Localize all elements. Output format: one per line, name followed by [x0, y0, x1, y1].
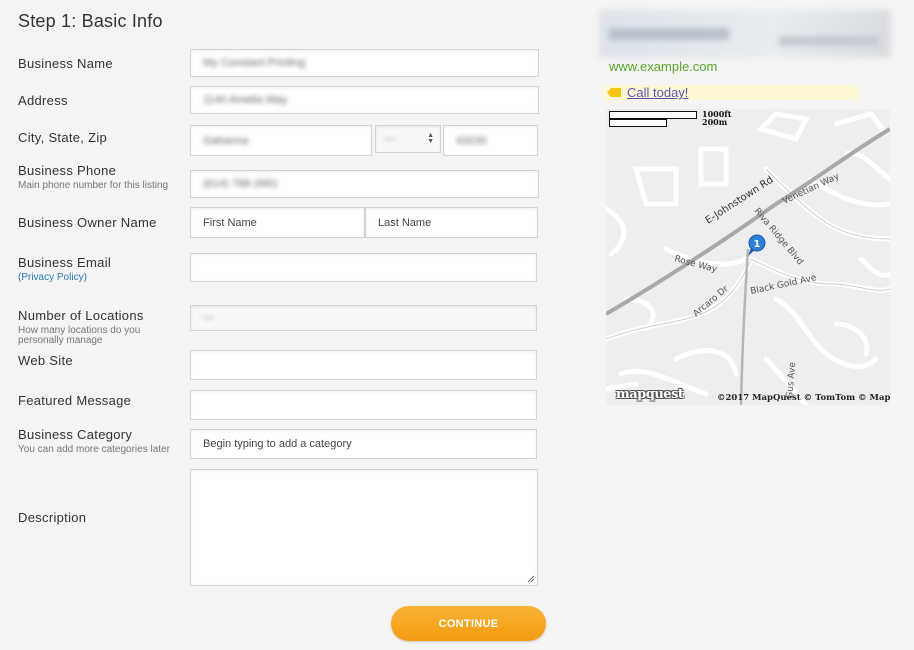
resize-grip-icon[interactable]	[527, 575, 535, 583]
featured-message-label: Featured Message	[18, 393, 132, 408]
website-input[interactable]	[190, 350, 537, 380]
city-input[interactable]: Gahanna	[190, 125, 372, 156]
street-label-black-gold: Black Gold Ave	[750, 273, 818, 297]
address-input[interactable]: 1140 Amelia Way	[190, 86, 539, 114]
call-today-link[interactable]: Call today!	[627, 85, 688, 100]
map-marker-icon[interactable]: 1	[748, 234, 766, 256]
business-phone-value: (614) 788-2681	[203, 178, 279, 190]
map[interactable]: E-Johnstown Rd Venetian Way Riva Ridge B…	[606, 109, 890, 405]
category-sublabel: You can add more categories later	[18, 444, 170, 455]
business-email-input[interactable]	[190, 253, 537, 282]
owner-name-label: Business Owner Name	[18, 215, 157, 230]
state-value: ---	[384, 133, 395, 145]
business-phone-label: Business Phone	[18, 163, 117, 178]
category-label: Business Category	[18, 427, 133, 442]
last-name-input[interactable]: Last Name	[365, 207, 538, 238]
category-placeholder: Begin typing to add a category	[203, 438, 352, 450]
zip-value: 43230	[456, 134, 487, 147]
locations-value: ---	[203, 312, 214, 324]
tag-icon	[607, 88, 621, 97]
first-name-placeholder: First Name	[203, 216, 257, 229]
locations-select[interactable]: ---	[190, 305, 537, 331]
continue-button[interactable]: CONTINUE	[391, 606, 546, 641]
map-marker-number: 1	[754, 239, 761, 250]
map-streets: E-Johnstown Rd Venetian Way Riva Ridge B…	[606, 111, 890, 405]
description-textarea[interactable]	[190, 469, 538, 586]
business-email-label: Business Email	[18, 255, 112, 270]
zip-input[interactable]: 43230	[443, 125, 538, 156]
map-scale-text: 1000ft 200m	[702, 110, 731, 126]
locations-label: Number of Locations	[18, 308, 144, 323]
city-state-zip-label: City, State, Zip	[18, 130, 108, 145]
select-arrows-icon: ▲ ▼	[427, 132, 434, 145]
website-label: Web Site	[18, 353, 73, 368]
business-phone-input[interactable]: (614) 788-2681	[190, 170, 539, 198]
address-value: 1140 Amelia Way	[203, 94, 288, 106]
business-phone-sublabel: Main phone number for this listing	[18, 180, 169, 191]
mapquest-logo: mapquest	[616, 387, 684, 402]
listing-header-preview	[599, 10, 891, 58]
address-label: Address	[18, 93, 68, 108]
business-name-label: Business Name	[18, 56, 113, 71]
category-input[interactable]: Begin typing to add a category	[190, 429, 537, 459]
call-today-bar: Call today!	[603, 85, 859, 100]
map-copyright: ©2017 MapQuest © TomTom © Mapbox	[717, 393, 890, 403]
page-title: Step 1: Basic Info	[18, 11, 163, 31]
scale-m: 200m	[702, 117, 728, 127]
city-value: Gahanna	[203, 134, 249, 147]
state-select[interactable]: --- ▲ ▼	[375, 125, 441, 153]
preview-website-link[interactable]: www.example.com	[609, 59, 717, 74]
locations-sublabel-line2: personally manage	[18, 335, 103, 346]
first-name-input[interactable]: First Name	[190, 207, 365, 238]
privacy-policy-link[interactable]: (Privacy Policy)	[18, 272, 87, 283]
description-label: Description	[18, 510, 87, 525]
featured-message-input[interactable]	[190, 390, 537, 420]
last-name-placeholder: Last Name	[378, 216, 432, 229]
business-name-value: My Constant Printing	[203, 57, 306, 69]
business-name-input[interactable]: My Constant Printing	[190, 49, 539, 77]
